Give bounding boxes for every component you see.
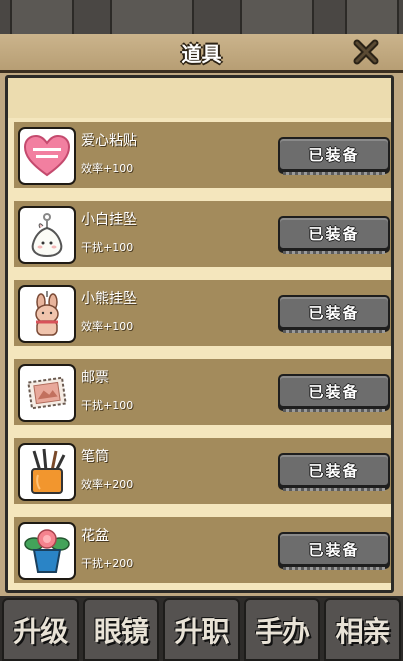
item-row: 爱心粘贴 效率+100 已装备 <box>14 122 391 188</box>
equipped-label: 已装备 <box>308 224 360 243</box>
nav-figure-button[interactable]: 手办 <box>243 598 321 661</box>
background-tile <box>345 0 399 36</box>
equipped-button[interactable]: 已装备 <box>278 137 390 175</box>
panel-top-strip <box>8 78 391 118</box>
item-stat: 效率+100 <box>81 320 134 333</box>
background-tile <box>10 0 74 36</box>
item-stat: 效率+200 <box>81 478 134 491</box>
item-row: 小熊挂坠 效率+100 已装备 <box>14 280 391 346</box>
bear-pendant-icon <box>18 285 76 343</box>
item-row: 邮票 干扰+100 已装备 <box>14 359 391 425</box>
stamp-icon <box>18 364 76 422</box>
modal-header: 道具 <box>0 34 403 73</box>
item-name: 小白挂坠 <box>81 212 137 228</box>
equipped-button[interactable]: 已装备 <box>278 532 390 570</box>
modal-title: 道具 <box>181 41 222 66</box>
item-stat: 干扰+200 <box>81 557 134 570</box>
bottom-nav: 升级 眼镜 升职 手办 相亲 <box>0 598 403 661</box>
items-modal: 道具 爱心粘贴 效率+100 已装备 小白挂坠 干扰+100 已装备 小熊挂坠 … <box>0 34 403 596</box>
items-list[interactable]: 爱心粘贴 效率+100 已装备 小白挂坠 干扰+100 已装备 小熊挂坠 效率+… <box>8 78 391 590</box>
equipped-label: 已装备 <box>308 382 360 401</box>
equipped-label: 已装备 <box>308 145 360 164</box>
equipped-button[interactable]: 已装备 <box>278 295 390 333</box>
item-name: 爱心粘贴 <box>81 133 137 149</box>
items-panel: 爱心粘贴 效率+100 已装备 小白挂坠 干扰+100 已装备 小熊挂坠 效率+… <box>5 75 394 593</box>
equipped-label: 已装备 <box>308 540 360 559</box>
nav-promotion-button[interactable]: 升职 <box>163 598 240 661</box>
close-button[interactable] <box>351 37 381 67</box>
equipped-label: 已装备 <box>308 461 360 480</box>
item-row: 笔筒 效率+200 已装备 <box>14 438 391 504</box>
item-name: 花盆 <box>81 528 109 544</box>
nav-upgrade-button[interactable]: 升级 <box>2 598 79 661</box>
equipped-label: 已装备 <box>308 303 360 322</box>
equipped-button[interactable]: 已装备 <box>278 216 390 254</box>
nav-blind-date-button[interactable]: 相亲 <box>324 598 401 661</box>
item-stat: 干扰+100 <box>81 399 134 412</box>
equipped-button[interactable]: 已装备 <box>278 374 390 412</box>
pen-holder-icon <box>18 443 76 501</box>
heart-sticker-icon <box>18 127 76 185</box>
item-row: 小白挂坠 干扰+100 已装备 <box>14 201 391 267</box>
equipped-button[interactable]: 已装备 <box>278 453 390 491</box>
background-tile <box>110 0 194 36</box>
white-pendant-icon <box>18 206 76 264</box>
item-stat: 效率+100 <box>81 162 134 175</box>
item-stat: 干扰+100 <box>81 241 134 254</box>
item-name: 笔筒 <box>81 449 109 465</box>
item-row: 花盆 干扰+200 已装备 <box>14 517 391 583</box>
item-name: 小熊挂坠 <box>81 291 137 307</box>
flower-pot-icon <box>18 522 76 580</box>
background-tile <box>240 0 314 36</box>
item-name: 邮票 <box>81 370 109 386</box>
close-icon <box>353 39 379 65</box>
nav-glasses-button[interactable]: 眼镜 <box>82 598 160 661</box>
